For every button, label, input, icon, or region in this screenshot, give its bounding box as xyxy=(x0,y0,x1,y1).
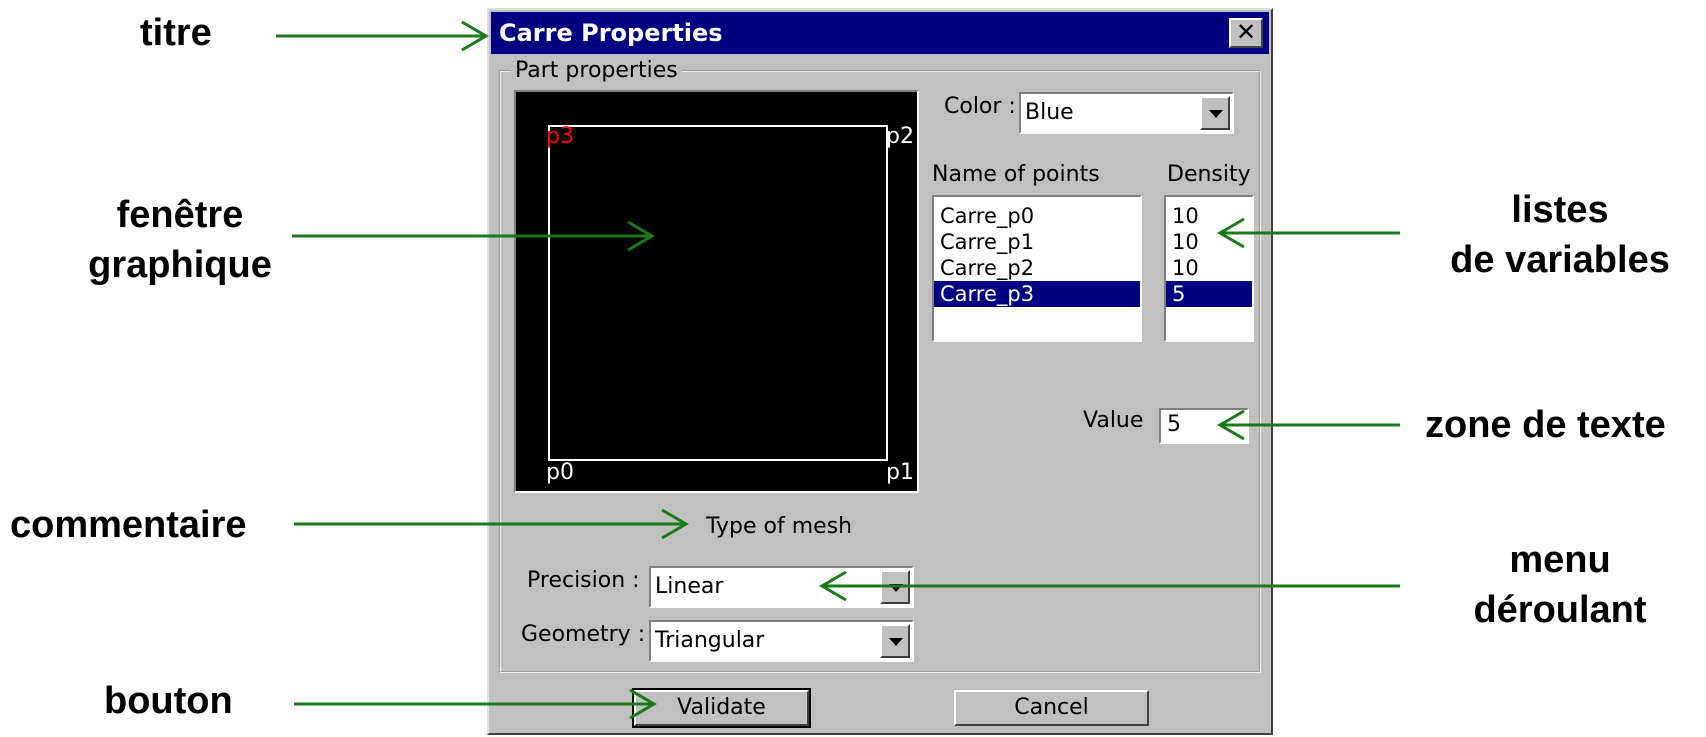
list-item[interactable]: Carre_p1 xyxy=(934,229,1140,255)
chevron-down-icon[interactable] xyxy=(880,624,910,658)
point-p1-label: p1 xyxy=(886,460,914,485)
title-bar[interactable]: Carre Properties ✕ xyxy=(491,12,1269,54)
points-list[interactable]: Carre_p0 Carre_p1 Carre_p2 Carre_p3 xyxy=(932,195,1142,342)
precision-select[interactable]: Linear xyxy=(649,566,914,608)
precision-select-value: Linear xyxy=(655,574,724,599)
list-item-selected[interactable]: 5 xyxy=(1166,281,1252,307)
density-header: Density xyxy=(1167,162,1251,187)
value-label: Value xyxy=(1083,408,1144,433)
value-input[interactable]: 5 xyxy=(1159,408,1249,444)
close-button[interactable]: ✕ xyxy=(1229,18,1263,48)
annot-commentaire: commentaire xyxy=(10,504,247,546)
geometry-select[interactable]: Triangular xyxy=(649,620,914,662)
list-item[interactable]: Carre_p0 xyxy=(934,203,1140,229)
list-item-selected[interactable]: Carre_p3 xyxy=(934,281,1140,307)
annot-titre: titre xyxy=(140,12,212,54)
list-item[interactable]: Carre_p2 xyxy=(934,255,1140,281)
density-list[interactable]: 10 10 10 5 xyxy=(1164,195,1254,342)
annot-menu-line1: menu xyxy=(1509,539,1611,581)
precision-label: Precision : xyxy=(527,568,640,593)
annot-zone-texte: zone de texte xyxy=(1425,404,1666,446)
list-item[interactable]: 10 xyxy=(1166,229,1252,255)
list-item[interactable]: 10 xyxy=(1166,203,1252,229)
annot-listes-line1: listes xyxy=(1511,189,1609,231)
annot-fenetre-line2: graphique xyxy=(88,244,272,286)
annot-listes-line2: de variables xyxy=(1450,239,1670,281)
annot-fenetre-graphique: fenêtre graphique xyxy=(70,190,290,290)
annot-listes-variables: listes de variables xyxy=(1430,185,1690,285)
arrow-titre-head xyxy=(461,20,489,52)
close-icon: ✕ xyxy=(1235,18,1257,46)
point-p0-label: p0 xyxy=(546,460,574,485)
dialog-title: Carre Properties xyxy=(499,19,723,47)
annot-menu-deroulant: menu déroulant xyxy=(1430,535,1690,635)
names-header: Name of points xyxy=(932,162,1100,187)
cancel-button[interactable]: Cancel xyxy=(954,690,1149,726)
color-select-value: Blue xyxy=(1025,100,1074,125)
mesh-comment: Type of mesh xyxy=(706,514,853,539)
point-p2-label: p2 xyxy=(886,124,914,149)
validate-button[interactable]: Validate xyxy=(632,688,811,728)
point-p3-label: p3 xyxy=(546,124,574,149)
annot-bouton: bouton xyxy=(104,680,233,722)
chevron-down-icon[interactable] xyxy=(1200,96,1230,130)
color-label: Color : xyxy=(944,94,1016,119)
annot-fenetre-line1: fenêtre xyxy=(116,194,244,236)
geometry-label: Geometry : xyxy=(521,622,646,647)
graphic-canvas[interactable]: p3 p2 p0 p1 xyxy=(514,90,919,493)
group-label: Part properties xyxy=(511,58,682,83)
list-item[interactable]: 10 xyxy=(1166,255,1252,281)
geometry-select-value: Triangular xyxy=(655,628,765,653)
annot-menu-line2: déroulant xyxy=(1473,589,1647,631)
chevron-down-icon[interactable] xyxy=(880,570,910,604)
color-select[interactable]: Blue xyxy=(1019,92,1234,134)
square-outline xyxy=(548,125,888,461)
properties-dialog: Carre Properties ✕ Part properties p3 p2… xyxy=(487,8,1273,735)
